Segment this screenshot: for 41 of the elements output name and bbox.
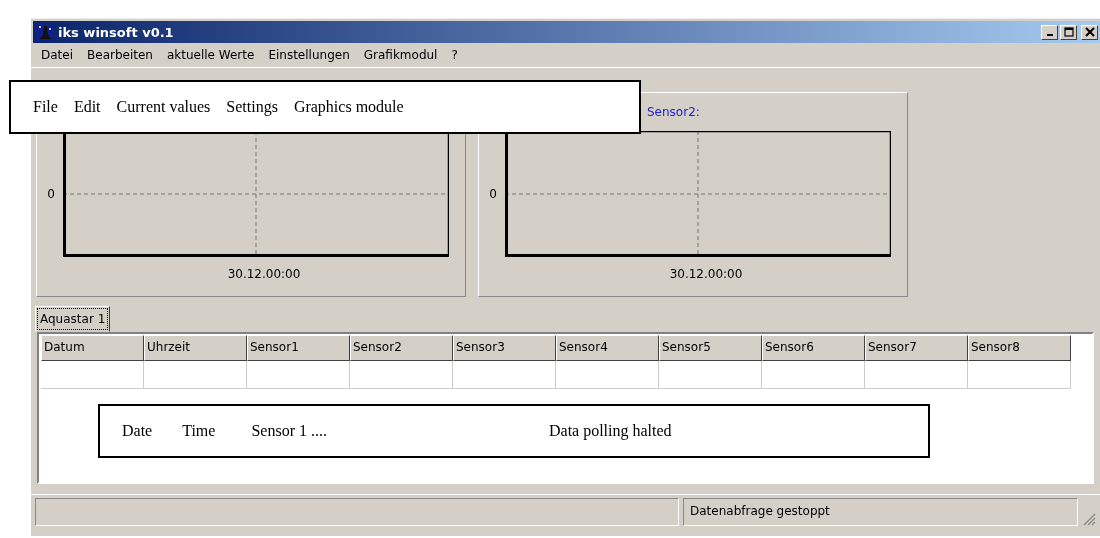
menu-item[interactable]: Einstellungen [268,48,350,62]
window-title: iks winsoft v0.1 [58,24,174,40]
menu-item[interactable]: Datei [41,48,73,62]
close-button[interactable] [1081,24,1098,40]
menu-item[interactable]: ? [451,48,458,62]
resize-grip-icon[interactable] [1082,512,1096,526]
annotation-text: Edit [73,98,101,116]
axis-label: 0 [488,187,498,201]
annotation-text: Settings [226,98,278,116]
close-icon [1084,27,1095,37]
column-header[interactable]: Sensor7 [865,335,968,361]
menu-item[interactable]: Grafikmodul [363,48,438,62]
axis-label: 0 [46,187,56,201]
column-header[interactable]: Uhrzeit [144,335,247,361]
app-icon [36,23,54,41]
column-header[interactable]: Sensor2 [350,335,453,361]
status-message: Datenabfrage gestoppt [683,498,1078,526]
annotation-text: Sensor 1 .... [251,422,327,440]
tab[interactable]: Aquastar 1 [35,306,111,332]
annotation-text: Data polling halted [548,422,672,440]
annotation-text: Date [122,422,153,440]
menu-item[interactable]: Bearbeiten [87,48,153,62]
axis-label: 30.12.00:00 [669,267,743,281]
annotation-text: Graphics module [293,98,404,116]
column-header[interactable]: Sensor8 [968,335,1071,361]
column-header[interactable]: Sensor5 [659,335,762,361]
column-header[interactable]: Sensor1 [247,335,350,361]
menu-item[interactable]: aktuelle Werte [166,48,255,62]
column-header[interactable]: Sensor4 [556,335,659,361]
annotation-text: File [33,98,58,116]
chart-title: Sensor2: [647,105,700,119]
maximize-icon [1063,27,1074,37]
axis-label: 30.12.00:00 [227,267,301,281]
column-header[interactable]: Datum [41,335,144,361]
annotation-text: Time [182,422,216,440]
column-header[interactable]: Sensor3 [453,335,556,361]
column-header[interactable]: Sensor6 [762,335,865,361]
minimize-icon [1046,34,1053,36]
minimize-button[interactable] [1041,24,1058,40]
annotation-text: Current values [116,98,211,116]
maximize-button[interactable] [1060,24,1077,40]
